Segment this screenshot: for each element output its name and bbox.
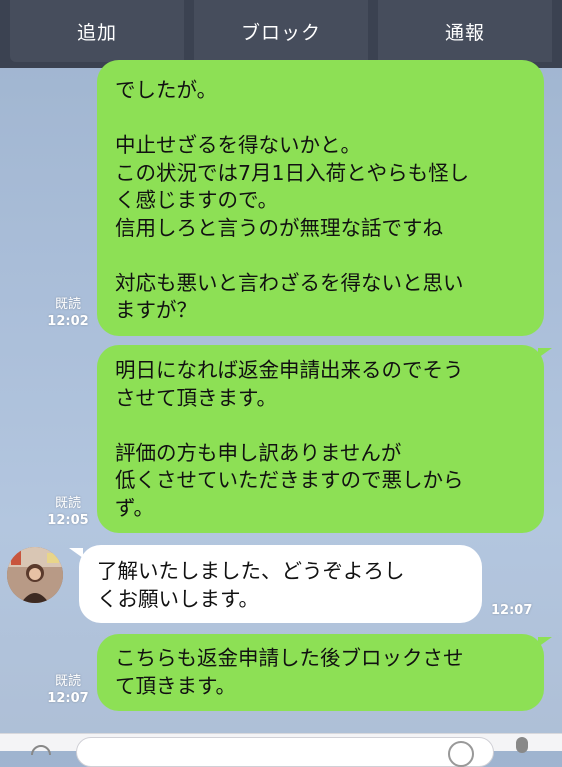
message-line: ず。 <box>115 495 154 520</box>
message-line: 了解いたしました、どうぞよろし <box>97 559 405 583</box>
message-line: 明日になれば返金申請出来るのでそう <box>115 358 464 382</box>
message-bubble-incoming[interactable]: 了解いたしました、どうぞよろし くお願いします。 <box>79 545 482 623</box>
user-avatar[interactable] <box>7 547 63 603</box>
read-receipt: 既読 <box>54 674 81 689</box>
message-line: 中止せざるを得ないかと。 <box>115 133 361 157</box>
message-line: 信用しろと言うのが無理な話ですね <box>115 215 443 240</box>
message-bubble-outgoing[interactable]: 明日になれば返金申請出来るのでそう させて頂きます。 評価の方も申し訳ありません… <box>97 345 544 533</box>
message-line: 対応も悪いと言わざるを得ないと思い <box>115 270 464 295</box>
message-line: くお願いします。 <box>97 586 259 611</box>
message-line: 低くさせていただきますので悪しから <box>115 468 464 492</box>
message-line: て頂きます。 <box>115 673 236 698</box>
message-time: 12:07 <box>47 691 89 706</box>
message-line: させて頂きます。 <box>115 385 277 410</box>
emoji-icon[interactable] <box>448 741 474 767</box>
mic-icon[interactable] <box>516 737 528 753</box>
chat-action-bar: 追加 ブロック 通報 <box>0 0 562 68</box>
message-time: 12:07 <box>491 603 533 618</box>
message-line: 評価の方も申し訳ありませんが <box>115 440 402 465</box>
message-time: 12:02 <box>47 314 89 329</box>
report-button[interactable]: 通報 <box>378 0 552 62</box>
message-input[interactable] <box>76 737 494 767</box>
message-line: こちらも返金申請した後ブロックさせ <box>115 646 464 670</box>
read-receipt: 既読 <box>54 496 81 511</box>
add-friend-button[interactable]: 追加 <box>10 0 184 62</box>
message-line: でしたが。 <box>115 78 218 102</box>
message-time: 12:05 <box>47 513 89 528</box>
message-meta: 既読 12:02 <box>44 296 92 330</box>
message-bubble-outgoing[interactable]: でしたが。 中止せざるを得ないかと。 この状況では7月1日入荷とやらも怪し く感… <box>97 60 544 336</box>
message-line: この状況では7月1日入荷とやらも怪し <box>115 160 470 185</box>
message-line <box>115 242 526 270</box>
read-receipt: 既読 <box>54 297 81 312</box>
message-line <box>115 105 526 133</box>
message-meta: 既読 12:05 <box>44 495 92 529</box>
block-button[interactable]: ブロック <box>194 0 368 62</box>
message-meta: 既読 12:07 <box>44 673 92 707</box>
message-bubble-outgoing[interactable]: こちらも返金申請した後ブロックさせ て頂きます。 <box>97 634 544 711</box>
message-line: く感じますので。 <box>115 188 279 212</box>
menu-icon[interactable] <box>28 740 54 765</box>
message-line <box>115 412 526 440</box>
message-line: ますが？ <box>115 298 197 322</box>
